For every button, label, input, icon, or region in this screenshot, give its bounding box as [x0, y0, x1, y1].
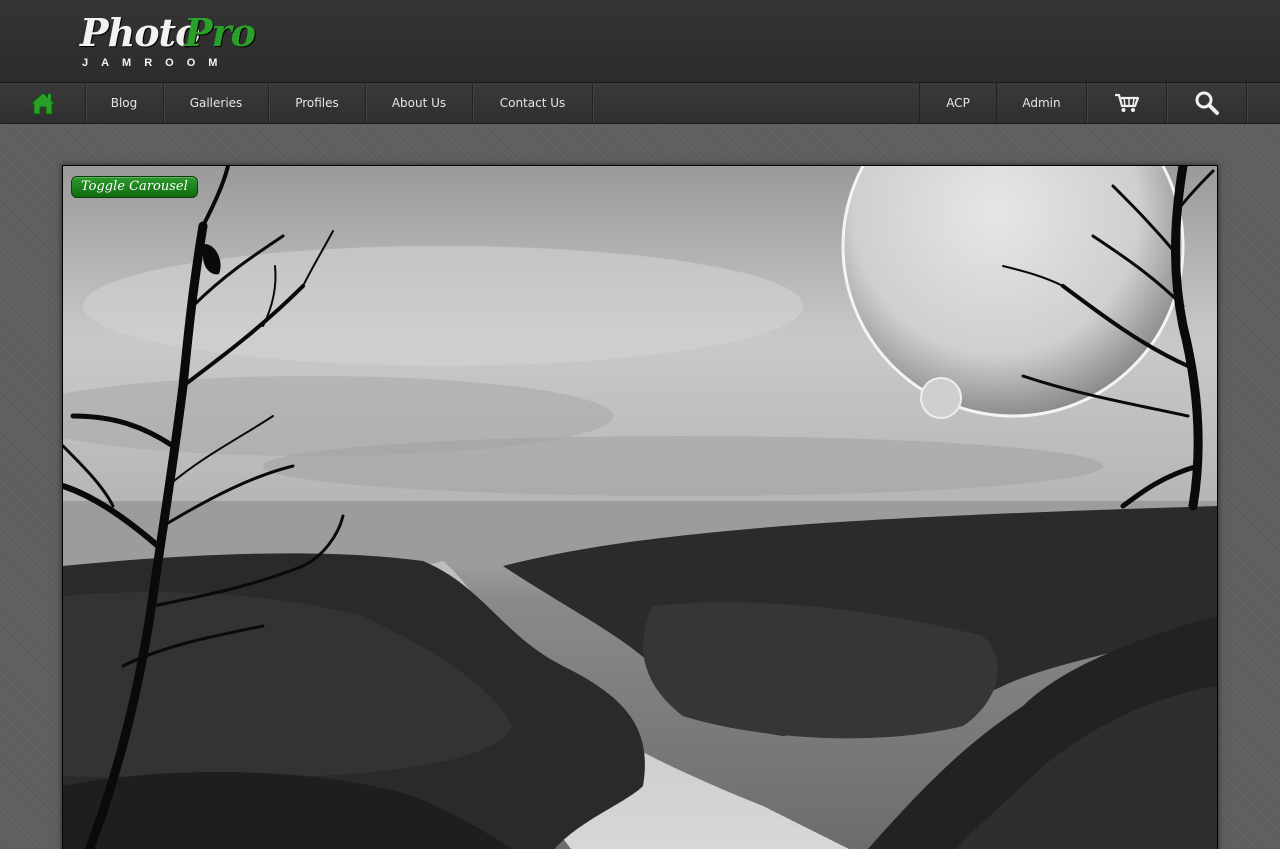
logo-word-pro: Pro [184, 10, 256, 55]
nav-profiles[interactable]: Profiles [269, 83, 366, 123]
logo-subtitle: JAMROOM [82, 57, 231, 69]
nav-contact-us[interactable]: Contact Us [473, 83, 593, 123]
toggle-carousel-button[interactable]: Toggle Carousel [71, 176, 198, 198]
carousel-frame[interactable]: Toggle Carousel [62, 165, 1218, 849]
nav-search[interactable] [1167, 83, 1247, 123]
nav-about-us-label: About Us [391, 96, 447, 110]
nav-cart[interactable] [1087, 83, 1167, 123]
site-logo[interactable]: Photo Pro JAMROOM [80, 10, 270, 74]
main-nav: Blog Galleries Profiles About Us Contact… [0, 82, 1280, 124]
nav-galleries[interactable]: Galleries [164, 83, 269, 123]
home-icon [29, 92, 56, 115]
page: Photo Pro JAMROOM Blog Galleries Profile… [0, 0, 1280, 849]
cart-icon [1114, 93, 1139, 112]
nav-acp-label: ACP [946, 96, 970, 110]
nav-profiles-label: Profiles [295, 96, 339, 110]
nav-admin-label: Admin [1022, 96, 1061, 110]
nav-home[interactable] [0, 83, 86, 123]
nav-admin[interactable]: Admin [997, 83, 1087, 123]
nav-about-us[interactable]: About Us [366, 83, 473, 123]
nav-blog[interactable]: Blog [85, 83, 164, 123]
nav-blog-label: Blog [110, 96, 138, 110]
featured-photo [63, 166, 1217, 849]
logo-word-photo: Photo [80, 10, 200, 55]
site-header: Photo Pro JAMROOM [0, 0, 1280, 82]
search-icon [1195, 91, 1219, 115]
nav-contact-us-label: Contact Us [499, 96, 566, 110]
nav-galleries-label: Galleries [189, 96, 243, 110]
nav-acp[interactable]: ACP [920, 83, 997, 123]
